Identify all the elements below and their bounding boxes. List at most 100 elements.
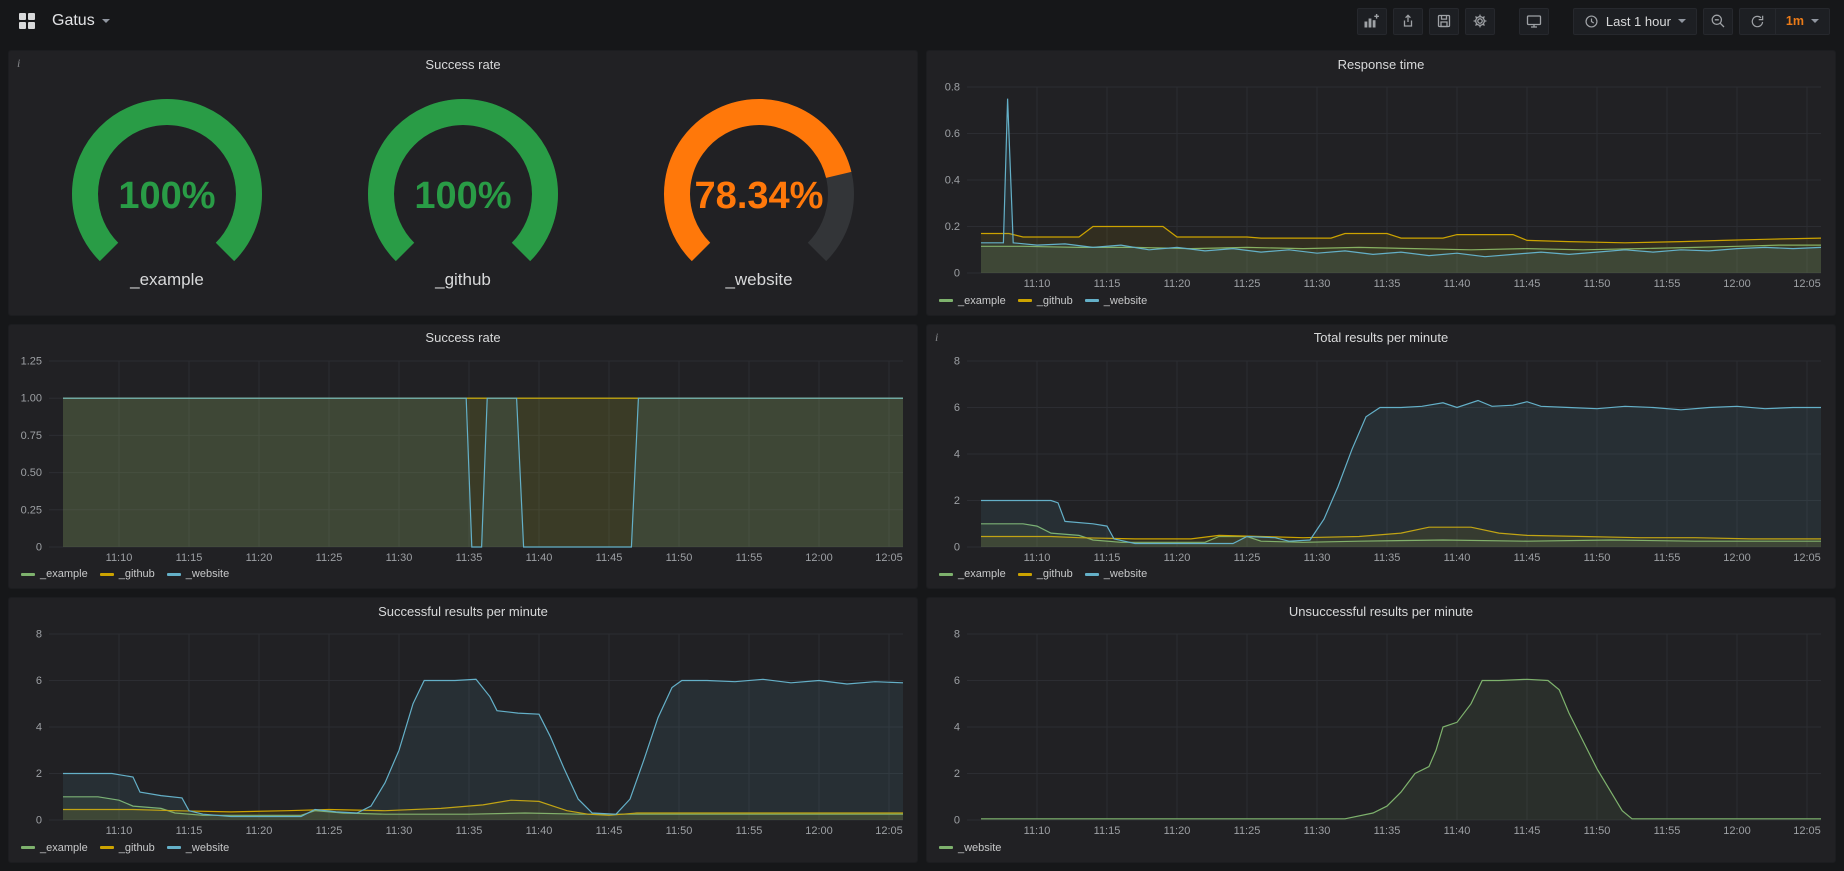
svg-text:12:00: 12:00 xyxy=(1723,552,1751,564)
apps-grid-icon[interactable] xyxy=(14,8,40,34)
legend: _website xyxy=(927,840,1835,862)
svg-text:11:10: 11:10 xyxy=(106,825,133,837)
svg-text:4: 4 xyxy=(954,722,960,734)
panel-header-successful-results[interactable]: Successful results per minute xyxy=(9,598,917,624)
save-button[interactable] xyxy=(1429,8,1459,35)
settings-button[interactable] xyxy=(1465,8,1495,35)
panel-header-success-rate-ts[interactable]: Success rate xyxy=(9,325,917,351)
panel-info-icon[interactable]: i xyxy=(935,330,938,345)
svg-text:0: 0 xyxy=(36,541,42,553)
legend-series-name: _example xyxy=(40,568,88,580)
add-panel-button[interactable] xyxy=(1357,8,1387,35)
legend-color-icon xyxy=(1018,299,1032,302)
svg-text:12:05: 12:05 xyxy=(1793,278,1821,290)
svg-text:11:35: 11:35 xyxy=(1374,278,1401,290)
svg-text:11:55: 11:55 xyxy=(1654,278,1681,290)
svg-text:8: 8 xyxy=(954,355,960,367)
response-time-chart[interactable]: 00.20.40.60.811:1011:1511:2011:2511:3011… xyxy=(927,77,1835,293)
panel-header-unsuccessful-results[interactable]: Unsuccessful results per minute xyxy=(927,598,1835,624)
legend-series-name: _website xyxy=(958,842,1001,854)
panel-title: Success rate xyxy=(425,330,500,345)
svg-text:8: 8 xyxy=(954,629,960,641)
svg-text:11:35: 11:35 xyxy=(1374,825,1401,837)
svg-text:11:10: 11:10 xyxy=(1024,552,1051,564)
navbar: Gatus xyxy=(0,0,1844,42)
svg-text:11:35: 11:35 xyxy=(1374,552,1401,564)
svg-text:11:35: 11:35 xyxy=(456,825,483,837)
legend-item-_website[interactable]: _website xyxy=(939,842,1001,854)
svg-text:11:40: 11:40 xyxy=(526,552,553,564)
refresh-interval-dropdown[interactable]: 1m xyxy=(1775,8,1830,35)
panel-title: Response time xyxy=(1338,57,1425,72)
legend-item-_website[interactable]: _website xyxy=(1085,568,1147,580)
grid-squares-icon xyxy=(18,12,36,30)
svg-text:0: 0 xyxy=(954,541,960,553)
svg-text:11:30: 11:30 xyxy=(386,552,413,564)
refresh-group: 1m xyxy=(1739,8,1830,35)
svg-text:12:05: 12:05 xyxy=(875,825,903,837)
success-rate-chart[interactable]: 00.250.500.751.001.2511:1011:1511:2011:2… xyxy=(9,351,917,567)
dashboard-title-dropdown[interactable]: Gatus xyxy=(52,12,110,30)
legend-item-_example[interactable]: _example xyxy=(21,568,88,580)
panel-info-icon[interactable]: i xyxy=(17,56,20,71)
refresh-button[interactable] xyxy=(1739,8,1775,35)
time-range-picker[interactable]: Last 1 hour xyxy=(1573,8,1697,35)
refresh-icon xyxy=(1750,14,1765,29)
gauge-value-text: 100% xyxy=(414,175,511,217)
legend-series-name: _github xyxy=(119,568,155,580)
legend-color-icon xyxy=(1018,573,1032,576)
dashboard-title: Gatus xyxy=(52,12,95,30)
panel-title: Success rate xyxy=(425,57,500,72)
panel-header-total-results[interactable]: Total results per minute xyxy=(927,325,1835,351)
legend-item-_github[interactable]: _github xyxy=(1018,295,1073,307)
legend-item-_github[interactable]: _github xyxy=(100,842,155,854)
svg-text:0.50: 0.50 xyxy=(21,467,42,479)
svg-text:11:55: 11:55 xyxy=(1654,825,1681,837)
panel-header-success-rate[interactable]: Success rate xyxy=(9,51,917,77)
svg-text:11:20: 11:20 xyxy=(246,825,273,837)
save-icon xyxy=(1436,13,1452,29)
legend-series-name: _website xyxy=(1104,295,1147,307)
share-button[interactable] xyxy=(1393,8,1423,35)
svg-text:8: 8 xyxy=(36,629,42,641)
panel-header-response-time[interactable]: Response time xyxy=(927,51,1835,77)
unsuccessful-results-chart[interactable]: 0246811:1011:1511:2011:2511:3011:3511:40… xyxy=(927,624,1835,840)
legend-item-_website[interactable]: _website xyxy=(167,568,229,580)
legend-color-icon xyxy=(21,846,35,849)
legend-item-_example[interactable]: _example xyxy=(939,295,1006,307)
legend-item-_example[interactable]: _example xyxy=(939,568,1006,580)
refresh-interval-label: 1m xyxy=(1786,14,1804,28)
svg-text:11:45: 11:45 xyxy=(1514,552,1541,564)
svg-text:12:05: 12:05 xyxy=(875,552,903,564)
zoom-out-button[interactable] xyxy=(1703,8,1733,35)
legend-color-icon xyxy=(100,573,114,576)
panel-unsuccessful-results: Unsuccessful results per minute 0246811:… xyxy=(926,597,1836,863)
legend-item-_example[interactable]: _example xyxy=(21,842,88,854)
navbar-left: Gatus xyxy=(14,8,110,34)
panel-success-rate-gauges: i Success rate 100%_example100%_github78… xyxy=(8,50,918,316)
legend-item-_github[interactable]: _github xyxy=(100,568,155,580)
total-results-chart[interactable]: 0246811:1011:1511:2011:2511:3011:3511:40… xyxy=(927,351,1835,567)
svg-text:11:15: 11:15 xyxy=(1094,825,1121,837)
chevron-down-icon xyxy=(1811,19,1819,23)
svg-text:11:10: 11:10 xyxy=(106,552,133,564)
svg-text:6: 6 xyxy=(954,675,960,687)
legend-color-icon xyxy=(167,573,181,576)
success-rate-gauges[interactable]: 100%_example100%_github78.34%_website xyxy=(9,77,917,315)
legend-item-_github[interactable]: _github xyxy=(1018,568,1073,580)
legend-item-_website[interactable]: _website xyxy=(1085,295,1147,307)
successful-results-chart[interactable]: 0246811:1011:1511:2011:2511:3011:3511:40… xyxy=(9,624,917,840)
gauge-value-text: 100% xyxy=(118,175,215,217)
gauge-_example: 100%_example xyxy=(32,96,302,290)
gauge-svg: 100% xyxy=(32,96,302,268)
svg-text:11:10: 11:10 xyxy=(1024,278,1051,290)
svg-text:11:15: 11:15 xyxy=(176,825,203,837)
svg-text:11:50: 11:50 xyxy=(666,825,693,837)
svg-text:6: 6 xyxy=(36,675,42,687)
legend-item-_website[interactable]: _website xyxy=(167,842,229,854)
svg-text:11:25: 11:25 xyxy=(1234,278,1261,290)
svg-text:11:55: 11:55 xyxy=(736,825,763,837)
tv-mode-button[interactable] xyxy=(1519,8,1549,35)
svg-text:11:50: 11:50 xyxy=(1584,552,1611,564)
chart-svg: 0246811:1011:1511:2011:2511:3011:3511:40… xyxy=(9,624,917,840)
